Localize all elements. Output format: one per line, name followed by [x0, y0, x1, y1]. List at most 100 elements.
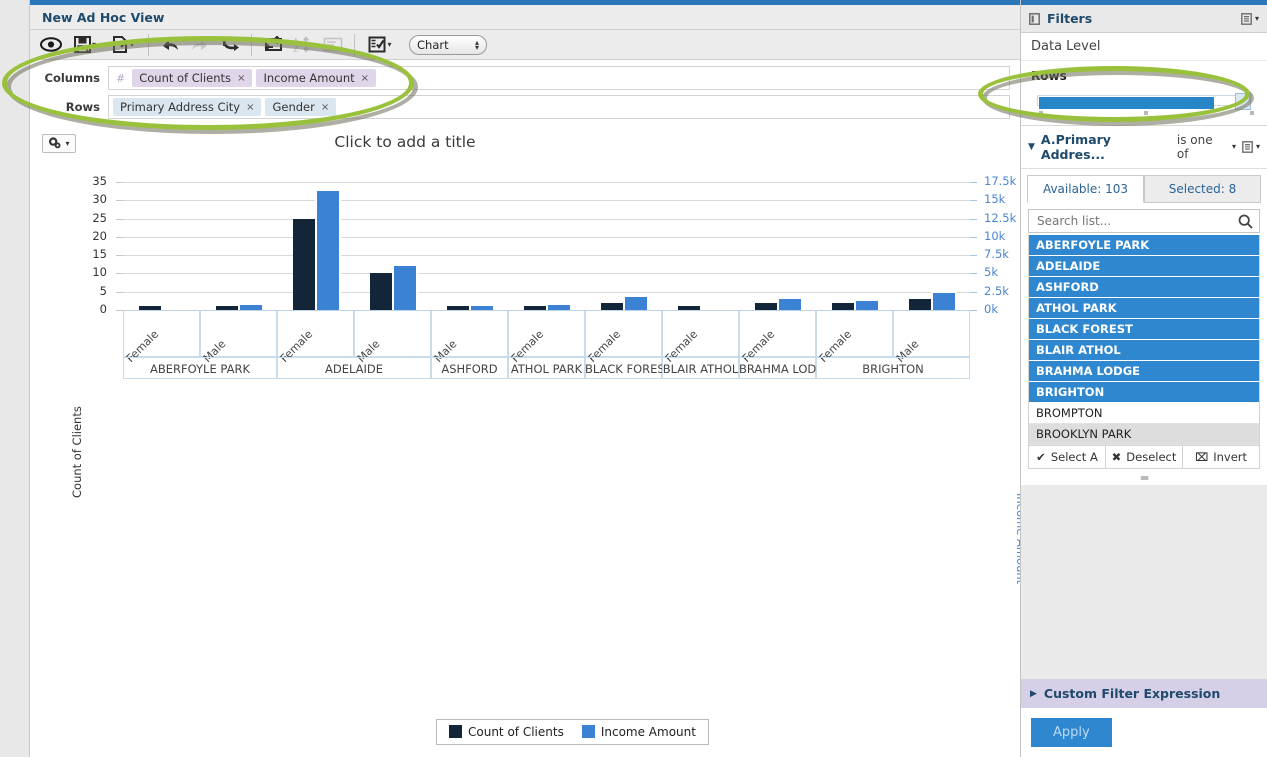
export-icon[interactable]: ▾ [104, 32, 142, 58]
expand-collapse-icon[interactable]: ▼ [1028, 142, 1035, 152]
chevron-down-icon[interactable]: ▾ [130, 40, 134, 49]
bar-income-amount[interactable] [855, 301, 878, 310]
rows-shelf-dropzone[interactable]: Primary Address City × Gender × [108, 95, 1010, 119]
filter-option-list[interactable]: ABERFOYLE PARK ADELAIDE ASHFORD ATHOL PARK B… [1028, 235, 1260, 469]
legend-item-income-amount[interactable]: Income Amount [581, 725, 696, 739]
close-icon[interactable]: × [321, 102, 329, 113]
filters-title: Filters [1047, 11, 1093, 26]
list-menu-icon [1241, 12, 1252, 25]
view-type-select[interactable]: Chart ▴ ▾ [409, 34, 487, 55]
filter-option[interactable]: BLAIR ATHOL [1029, 340, 1259, 361]
chip-gender[interactable]: Gender × [265, 98, 337, 116]
page-options-icon[interactable] [318, 32, 348, 58]
bar-count-of-clients[interactable] [369, 273, 392, 310]
data-level-row[interactable]: Data Level [1021, 33, 1267, 61]
filter-option[interactable]: ADELAIDE [1029, 256, 1259, 277]
legend-item-count-of-clients[interactable]: Count of Clients [449, 725, 564, 739]
chip-label: Count of Clients [139, 71, 232, 85]
undo-icon[interactable] [155, 32, 185, 58]
switch-group-icon[interactable] [258, 32, 288, 58]
columns-shelf-label: Columns [44, 71, 100, 85]
chart-settings-button[interactable]: ▾ [42, 134, 76, 153]
chip-label: Primary Address City [120, 100, 241, 114]
filter-header: ▼ A.Primary Addres... is one of ▾ ▾ [1021, 126, 1267, 169]
close-icon[interactable]: × [361, 73, 369, 84]
filter-option[interactable]: BROOKLYN PARK [1029, 424, 1259, 445]
bar-count-of-clients[interactable] [754, 302, 777, 310]
chevron-down-icon[interactable]: ▾ [1256, 143, 1260, 151]
select-display-icon[interactable]: ▾ [361, 32, 399, 58]
chevron-down-icon[interactable]: ▾ [387, 40, 391, 49]
y-axis-tick [116, 291, 123, 293]
bar-count-of-clients[interactable] [831, 302, 854, 310]
spinner-arrows-icon: ▴ ▾ [474, 37, 479, 52]
y-axis-tick-label: 15 [92, 247, 107, 262]
search-icon [1238, 214, 1253, 229]
apply-button[interactable]: Apply [1031, 718, 1112, 747]
filter-action-invert[interactable]: ⌧ Invert [1183, 446, 1259, 468]
expand-icon[interactable]: ▶ [1030, 689, 1037, 699]
slider-thumb[interactable] [1235, 93, 1251, 110]
y2-axis-tick [970, 218, 977, 220]
chevron-down-icon[interactable]: ▾ [1232, 143, 1236, 151]
grid-line [123, 255, 970, 257]
custom-filter-expression-section[interactable]: ▶ Custom Filter Expression [1021, 679, 1267, 708]
filter-option[interactable]: ASHFORD [1029, 277, 1259, 298]
rows-slider-label: Rows [1031, 69, 1067, 83]
grid-line [123, 200, 970, 202]
close-icon[interactable]: × [237, 73, 245, 84]
chip-count-of-clients[interactable]: Count of Clients × [132, 69, 253, 87]
sort-icon[interactable]: AZ [288, 32, 318, 58]
filter-option[interactable]: ATHOL PARK [1029, 298, 1259, 319]
rows-slider[interactable] [1031, 91, 1257, 115]
resize-grip[interactable]: ═ [1021, 471, 1267, 485]
slider-pip [1144, 111, 1148, 115]
filter-option[interactable]: ABERFOYLE PARK [1029, 235, 1259, 256]
chevron-down-icon[interactable]: ▾ [65, 139, 69, 148]
filter-option[interactable]: BROMPTON [1029, 403, 1259, 424]
save-icon[interactable]: ▾ [66, 32, 104, 58]
filter-operator[interactable]: is one of [1177, 133, 1225, 161]
y-axis-tick-label: 20 [92, 228, 107, 243]
y-axis-tick-label: 5 [99, 283, 107, 298]
chevron-down-icon[interactable]: ▾ [92, 40, 96, 49]
chip-income-amount[interactable]: Income Amount × [256, 69, 377, 87]
redo-icon[interactable] [185, 32, 215, 58]
bar-income-amount[interactable] [316, 191, 339, 310]
grid-line [123, 236, 970, 238]
filter-action-select-a[interactable]: ✔ Select A [1029, 446, 1106, 468]
bar-income-amount[interactable] [932, 293, 955, 310]
chart-legend: Count of Clients Income Amount [436, 719, 709, 745]
close-icon[interactable]: × [246, 102, 254, 113]
filter-menu-button[interactable]: ▾ [1242, 141, 1260, 153]
tab-available[interactable]: Available: 103 [1027, 175, 1144, 203]
bar-count-of-clients[interactable] [600, 302, 623, 310]
bar-income-amount[interactable] [393, 266, 416, 310]
search-input[interactable] [1035, 213, 1215, 229]
bar-income-amount[interactable] [624, 297, 647, 310]
columns-shelf-dropzone[interactable]: # Count of Clients × Income Amount × [108, 66, 1010, 90]
tab-selected[interactable]: Selected: 8 [1144, 175, 1261, 203]
toolbar-divider [354, 33, 355, 56]
chip-primary-address-city[interactable]: Primary Address City × [113, 98, 262, 116]
x-axis-city-label: ADELAIDE [324, 362, 384, 376]
bar-count-of-clients[interactable] [292, 218, 315, 310]
chevron-down-icon[interactable]: ▾ [1255, 14, 1259, 23]
chart-title[interactable]: Click to add a title [90, 133, 720, 151]
filter-option[interactable]: BRIGHTON [1029, 382, 1259, 403]
filter-action-deselect[interactable]: ✖ Deselect [1106, 446, 1183, 468]
y-axis-tick [116, 255, 123, 257]
filters-menu-button[interactable]: ▾ [1241, 12, 1259, 25]
y2-axis-tick [970, 182, 977, 183]
x-axis-line [123, 310, 970, 311]
chart-plot: 0 0k 5 2.5k 10 5k 15 7.5k 20 10k 25 12.5k 30 15k 35 17.… [30, 158, 1028, 757]
bar-income-amount[interactable] [778, 299, 801, 310]
filter-option[interactable]: BRAHMA LODGE [1029, 361, 1259, 382]
y-axis-tick [116, 310, 123, 311]
filter-option[interactable]: BLACK FOREST [1029, 319, 1259, 340]
bar-count-of-clients[interactable] [908, 299, 931, 310]
eye-icon[interactable] [36, 32, 66, 58]
search-box[interactable] [1028, 209, 1260, 233]
revert-icon[interactable] [215, 32, 245, 58]
x-axis-city-label: BRAHMA LODGE [739, 362, 816, 376]
